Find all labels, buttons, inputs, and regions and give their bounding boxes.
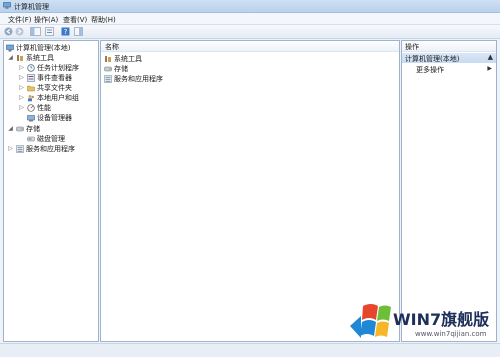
watermark: WIN7旗舰版 www.win7qijian.com [345, 298, 500, 356]
column-header-name[interactable]: 名称 [101, 41, 399, 52]
expand-triangle-icon[interactable]: ▷ [18, 73, 25, 83]
actions-header-label: 操作 [405, 43, 419, 51]
services-icon [104, 75, 112, 83]
expand-triangle-icon[interactable]: ▷ [18, 63, 25, 73]
tree-label: 共享文件夹 [37, 84, 72, 92]
actions-header: 操作 [402, 41, 496, 52]
window-title: 计算机管理 [14, 3, 49, 11]
watermark-brand: WIN7旗舰版 [393, 310, 490, 329]
windows-logo-icon [350, 304, 391, 338]
expand-triangle-icon[interactable]: ▷ [18, 93, 25, 103]
menu-action[interactable]: 操作(A) [34, 15, 58, 25]
submenu-arrow-icon[interactable]: ▶ [487, 65, 492, 72]
title-bar[interactable]: 计算机管理 [0, 0, 500, 13]
collapse-triangle-icon[interactable]: ◢ [7, 124, 14, 134]
svg-text:?: ? [64, 28, 68, 36]
tree-label: 本地用户和组 [37, 94, 79, 102]
tree-label: 任务计划程序 [37, 64, 79, 72]
tree-label: 事件查看器 [37, 74, 72, 82]
show-hide-tree-icon[interactable] [30, 27, 41, 36]
back-arrow-icon[interactable] [4, 27, 13, 36]
help-icon[interactable]: ? [61, 27, 70, 36]
device-manager-icon [27, 115, 35, 122]
menu-help[interactable]: 帮助(H) [91, 15, 116, 25]
more-actions-link[interactable]: 更多操作 [416, 65, 444, 75]
menu-bar: 文件(F) 操作(A) 查看(V) 帮助(H) [0, 13, 500, 25]
storage-icon [104, 66, 112, 72]
tree-label: 设备管理器 [37, 114, 72, 122]
computer-management-icon [3, 2, 11, 9]
computer-management-window: 计算机管理 文件(F) 操作(A) 查看(V) 帮助(H) ? 计算机管理(本地… [0, 0, 500, 357]
expand-triangle-icon[interactable]: ▷ [18, 83, 25, 93]
services-icon [16, 145, 24, 153]
tree-label: 系统工具 [26, 54, 54, 62]
forward-arrow-icon[interactable] [15, 27, 24, 36]
tools-icon [17, 55, 23, 61]
event-viewer-icon [27, 74, 35, 82]
list-item-label: 系统工具 [114, 55, 142, 63]
list-item-label: 服务和应用程序 [114, 75, 163, 83]
menu-file[interactable]: 文件(F) [8, 15, 32, 25]
actions-group-computer-management[interactable]: 计算机管理(本地) ▲ [402, 53, 496, 63]
expand-triangle-icon[interactable]: ▷ [18, 103, 25, 113]
tools-icon [105, 56, 111, 62]
content-list: 名称 系统工具 存储 服务和应用程序 [100, 40, 400, 342]
collapse-triangle-icon[interactable]: ◢ [7, 53, 14, 63]
expand-triangle-icon[interactable]: ▷ [7, 144, 14, 154]
navigation-tree: 计算机管理(本地) ◢ 系统工具 ▷ 任务计划程序 ▷ 事件查看器 ▷ 共享文件… [3, 40, 99, 342]
performance-icon [27, 104, 35, 112]
users-icon [28, 95, 34, 102]
watermark-url: www.win7qijian.com [415, 330, 487, 338]
tree-label: 计算机管理(本地) [16, 44, 71, 52]
menu-view[interactable]: 查看(V) [63, 15, 87, 25]
action-pane-icon[interactable] [74, 27, 83, 36]
shared-folder-icon [27, 85, 35, 92]
disk-icon [27, 136, 35, 142]
tree-label: 磁盘管理 [37, 135, 65, 143]
clock-icon [27, 64, 35, 72]
tree-label: 服务和应用程序 [26, 145, 75, 153]
properties-icon[interactable] [45, 27, 54, 36]
column-header-label: 名称 [105, 43, 119, 51]
tree-label: 性能 [37, 104, 51, 112]
actions-pane: 操作 计算机管理(本地) ▲ 更多操作 ▶ [401, 40, 497, 342]
computer-management-icon [6, 44, 14, 52]
collapse-up-icon[interactable]: ▲ [488, 53, 493, 61]
storage-icon [16, 126, 24, 132]
actions-group-label: 计算机管理(本地) [405, 55, 460, 63]
list-item-label: 存储 [114, 65, 128, 73]
toolbar: ? [0, 25, 500, 39]
tree-label: 存储 [26, 125, 40, 133]
